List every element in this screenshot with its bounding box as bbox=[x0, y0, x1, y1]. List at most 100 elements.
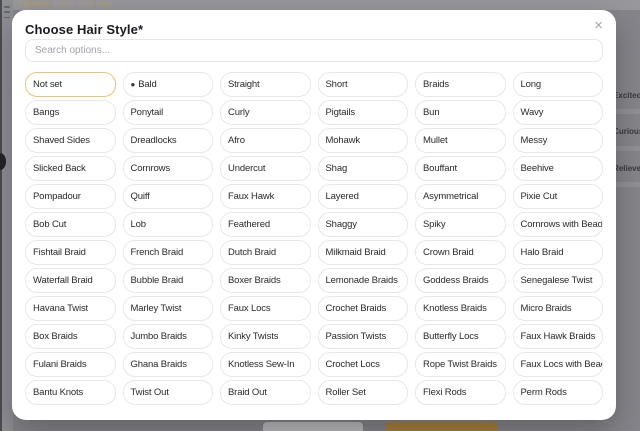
option-label: Passion Twists bbox=[326, 331, 387, 342]
hairstyle-option[interactable]: Crochet Locs bbox=[318, 352, 409, 377]
option-label: Bubble Braid bbox=[131, 275, 184, 286]
hairstyle-option[interactable]: Box Braids bbox=[25, 324, 116, 349]
option-label: Messy bbox=[521, 135, 548, 146]
hairstyle-option[interactable]: Curly bbox=[220, 100, 311, 125]
hairstyle-option[interactable]: Knotless Sew-In bbox=[220, 352, 311, 377]
hairstyle-option[interactable]: Cornrows with Beads bbox=[513, 212, 604, 237]
option-label: Pixie Cut bbox=[521, 191, 558, 202]
hairstyle-option[interactable]: Bouffant bbox=[415, 156, 506, 181]
hairstyle-option[interactable]: Milkmaid Braid bbox=[318, 240, 409, 265]
hairstyle-option[interactable]: Mohawk bbox=[318, 128, 409, 153]
hairstyle-option[interactable]: Passion Twists bbox=[318, 324, 409, 349]
hairstyle-option[interactable]: Braid Out bbox=[220, 380, 311, 405]
hairstyle-option[interactable]: Asymmetrical bbox=[415, 184, 506, 209]
option-label: Not set bbox=[33, 79, 62, 90]
hairstyle-option[interactable]: Senegalese Twist bbox=[513, 268, 604, 293]
option-label: Faux Locs with Beads bbox=[521, 359, 604, 370]
option-label: Mullet bbox=[423, 135, 447, 146]
hairstyle-option[interactable]: Ghana Braids bbox=[123, 352, 214, 377]
option-label: Feathered bbox=[228, 219, 270, 230]
hairstyle-option[interactable]: Slicked Back bbox=[25, 156, 116, 181]
hairstyle-option[interactable]: Fulani Braids bbox=[25, 352, 116, 377]
hairstyle-option[interactable]: Flexi Rods bbox=[415, 380, 506, 405]
hairstyle-option[interactable]: Long bbox=[513, 72, 604, 97]
hairstyle-option[interactable]: Bob Cut bbox=[25, 212, 116, 237]
hairstyle-option[interactable]: Pigtails bbox=[318, 100, 409, 125]
close-icon[interactable]: × bbox=[594, 18, 603, 34]
option-label: Curly bbox=[228, 107, 249, 118]
hairstyle-option[interactable]: Wavy bbox=[513, 100, 604, 125]
hairstyle-option[interactable]: Bubble Braid bbox=[123, 268, 214, 293]
hairstyle-option[interactable]: Bangs bbox=[25, 100, 116, 125]
hairstyle-option[interactable]: Kinky Twists bbox=[220, 324, 311, 349]
hairstyle-option[interactable]: Fishtail Braid bbox=[25, 240, 116, 265]
hairstyle-option[interactable]: Rope Twist Braids bbox=[415, 352, 506, 377]
option-label: Straight bbox=[228, 79, 260, 90]
hairstyle-option[interactable]: Cornrows bbox=[123, 156, 214, 181]
option-label: Goddess Braids bbox=[423, 275, 489, 286]
hairstyle-option[interactable]: Faux Locs with Beads bbox=[513, 352, 604, 377]
hairstyle-option[interactable]: Crown Braid bbox=[415, 240, 506, 265]
hairstyle-option[interactable]: Faux Hawk bbox=[220, 184, 311, 209]
hairstyle-option[interactable]: Boxer Braids bbox=[220, 268, 311, 293]
hairstyle-option[interactable]: Pixie Cut bbox=[513, 184, 604, 209]
hairstyle-option[interactable]: Dreadlocks bbox=[123, 128, 214, 153]
option-label: Perm Rods bbox=[521, 387, 567, 398]
options-grid: Not set ● Bald Straight Short Braids Lon… bbox=[25, 72, 603, 405]
hairstyle-option[interactable]: Lob bbox=[123, 212, 214, 237]
hairstyle-option[interactable]: Butterfly Locs bbox=[415, 324, 506, 349]
hairstyle-option[interactable]: Bantu Knots bbox=[25, 380, 116, 405]
hairstyle-option[interactable]: Lemonade Braids bbox=[318, 268, 409, 293]
hairstyle-option[interactable]: Dutch Braid bbox=[220, 240, 311, 265]
hairstyle-option[interactable]: Micro Braids bbox=[513, 296, 604, 321]
hairstyle-option[interactable]: Pompadour bbox=[25, 184, 116, 209]
hairstyle-option[interactable]: Roller Set bbox=[318, 380, 409, 405]
hairstyle-option[interactable]: Straight bbox=[220, 72, 311, 97]
option-label: Asymmetrical bbox=[423, 191, 478, 202]
option-label: Havana Twist bbox=[33, 303, 88, 314]
hairstyle-option[interactable]: Faux Hawk Braids bbox=[513, 324, 604, 349]
hairstyle-option[interactable]: Bun bbox=[415, 100, 506, 125]
hairstyle-option[interactable]: Ponytail bbox=[123, 100, 214, 125]
hairstyle-option[interactable]: Mullet bbox=[415, 128, 506, 153]
hairstyle-option[interactable]: Goddess Braids bbox=[415, 268, 506, 293]
hairstyle-option[interactable]: Marley Twist bbox=[123, 296, 214, 321]
option-label: Crown Braid bbox=[423, 247, 474, 258]
hairstyle-option[interactable]: Shaved Sides bbox=[25, 128, 116, 153]
hairstyle-option[interactable]: Afro bbox=[220, 128, 311, 153]
hairstyle-option[interactable]: ● Bald bbox=[123, 72, 214, 97]
hairstyle-option[interactable]: Jumbo Braids bbox=[123, 324, 214, 349]
hairstyle-option[interactable]: Shag bbox=[318, 156, 409, 181]
hairstyle-option[interactable]: Halo Braid bbox=[513, 240, 604, 265]
option-label: Crochet Braids bbox=[326, 303, 387, 314]
option-label: Twist Out bbox=[131, 387, 169, 398]
hairstyle-option[interactable]: Twist Out bbox=[123, 380, 214, 405]
hairstyle-option[interactable]: Spiky bbox=[415, 212, 506, 237]
option-label: Kinky Twists bbox=[228, 331, 278, 342]
option-label: Faux Hawk bbox=[228, 191, 274, 202]
hairstyle-option[interactable]: Crochet Braids bbox=[318, 296, 409, 321]
search-input[interactable] bbox=[25, 39, 603, 62]
hairstyle-option[interactable]: Perm Rods bbox=[513, 380, 604, 405]
hairstyle-option[interactable]: Knotless Braids bbox=[415, 296, 506, 321]
hairstyle-option[interactable]: Quiff bbox=[123, 184, 214, 209]
hairstyle-option[interactable]: Feathered bbox=[220, 212, 311, 237]
hairstyle-option[interactable]: Braids bbox=[415, 72, 506, 97]
hairstyle-option[interactable]: Undercut bbox=[220, 156, 311, 181]
hairstyle-option[interactable]: Waterfall Braid bbox=[25, 268, 116, 293]
app-tagline: Character design made easy. bbox=[18, 1, 114, 9]
sidebar-edge bbox=[0, 0, 2, 431]
hairstyle-option[interactable]: French Braid bbox=[123, 240, 214, 265]
hairstyle-option[interactable]: Shaggy bbox=[318, 212, 409, 237]
hairstyle-option[interactable]: Beehive bbox=[513, 156, 604, 181]
hairstyle-option[interactable]: Faux Locs bbox=[220, 296, 311, 321]
grip-icon[interactable] bbox=[4, 6, 10, 18]
hairstyle-option[interactable]: Not set bbox=[25, 72, 116, 97]
option-label: Ponytail bbox=[131, 107, 164, 118]
hairstyle-option[interactable]: Havana Twist bbox=[25, 296, 116, 321]
option-label: Jumbo Braids bbox=[131, 331, 187, 342]
hairstyle-option[interactable]: Short bbox=[318, 72, 409, 97]
hairstyle-option[interactable]: Messy bbox=[513, 128, 604, 153]
option-label: Roller Set bbox=[326, 387, 366, 398]
hairstyle-option[interactable]: Layered bbox=[318, 184, 409, 209]
